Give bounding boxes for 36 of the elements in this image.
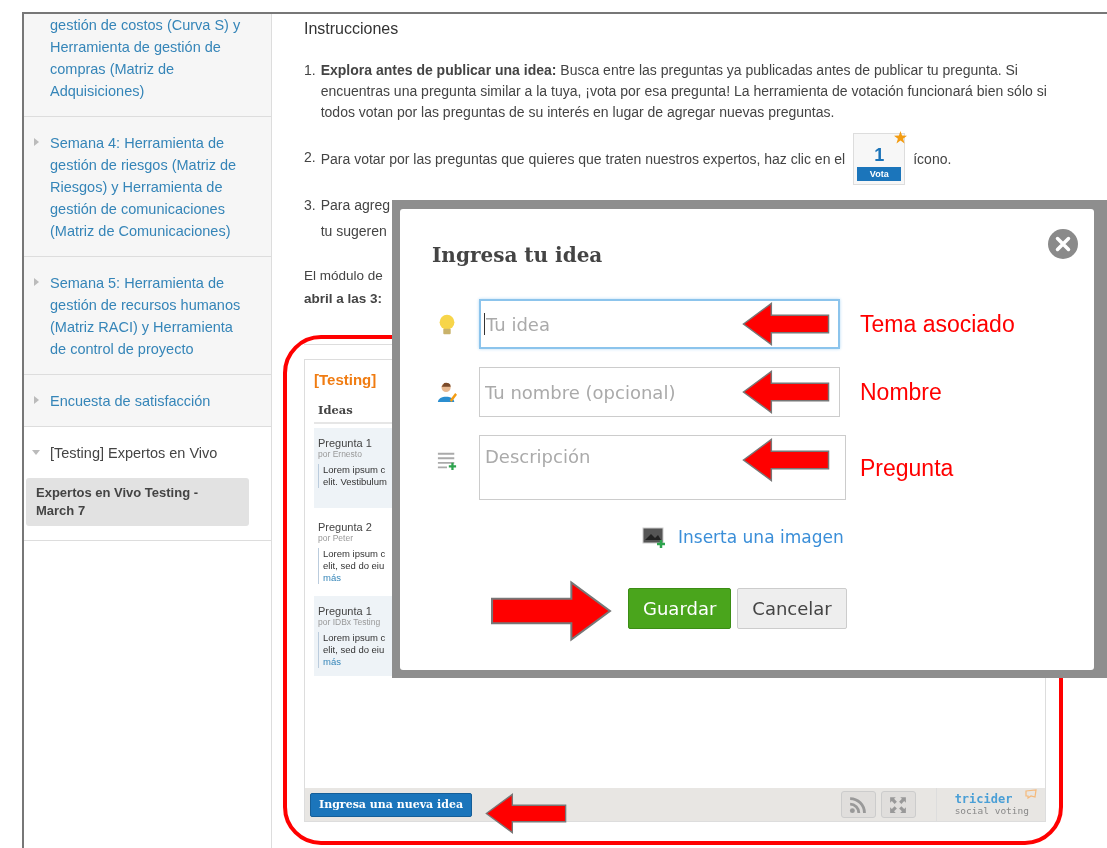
idea-author: por Ernesto bbox=[318, 449, 362, 459]
annotation-label: Pregunta bbox=[860, 453, 954, 483]
note-text: El módulo de bbox=[304, 267, 383, 285]
instruction-text: ícono. bbox=[913, 149, 952, 169]
widget-title: [Testing] bbox=[314, 371, 377, 388]
instruction-text: Explora antes de publicar una idea: Busca entre las preguntas ya publicadas antes de publicar tu pregunta. Si encuentras una pregunta similar a la tuya, ¡vota por esa pregunta! La herramienta de votación funcionará bien sólo si todos votan por las preguntas de su interés en lugar de agregar nuevas preguntas. bbox=[320, 62, 1047, 120]
instruction-text: Para agreg bbox=[320, 196, 390, 215]
idea-text: Lorem ipsum c bbox=[323, 464, 386, 476]
idea-title: Pregunta 2 bbox=[318, 521, 372, 533]
dialog-title: Ingresa tu idea bbox=[432, 243, 603, 267]
sidebar-item-label: Semana 4: Herramienta de gestión de riesgos (Matriz de Riesgos) y Herramienta de gestión de comunicaciones (Matriz de Comunicaciones) bbox=[50, 134, 238, 241]
sidebar-item-label: gestión de costos (Curva S) y Herramienta de gestión de compras (Matriz de Adquisiciones) bbox=[50, 16, 242, 101]
brand-tagline: social voting bbox=[954, 805, 1029, 816]
idea-author: por Peter bbox=[318, 533, 353, 543]
instruction-text: tu sugeren bbox=[320, 222, 388, 241]
note-text: abril a las 3: bbox=[304, 290, 383, 308]
annotation-label: Tema asociado bbox=[860, 310, 1015, 339]
idea-author: por IDBx Testing bbox=[318, 617, 381, 627]
idea-title: Pregunta 1 bbox=[318, 605, 372, 617]
idea-text: elit, sed do eiu bbox=[323, 644, 385, 656]
idea-text: Lorem ipsum c bbox=[323, 548, 386, 560]
brand-name: tricider bbox=[954, 793, 1014, 805]
step-number: 3. bbox=[304, 196, 316, 215]
sidebar-item-label: [Testing] Expertos en Vivo bbox=[50, 444, 219, 463]
vote-count: 1 bbox=[874, 144, 885, 167]
sidebar-item-label: Semana 5: Herramienta de gestión de recursos humanos (Matriz RACI) y Herramienta de control de proyecto bbox=[50, 274, 242, 359]
sidebar-item-label: Encuesta de satisfacción bbox=[50, 392, 212, 411]
step-number: 1. bbox=[304, 61, 316, 80]
idea-title: Pregunta 1 bbox=[318, 437, 372, 449]
idea-text: Lorem ipsum c bbox=[323, 632, 386, 644]
vote-label: Vota bbox=[857, 167, 902, 181]
idea-text: elit. Vestibulum bbox=[323, 476, 387, 488]
section-heading: Instrucciones bbox=[304, 20, 400, 38]
instruction-text: Para votar por las preguntas que quieres que traten nuestros expertos, haz clic en el bbox=[320, 149, 846, 169]
idea-text: elit, sed do eiu bbox=[323, 560, 385, 572]
step-number: 2. bbox=[304, 148, 316, 167]
